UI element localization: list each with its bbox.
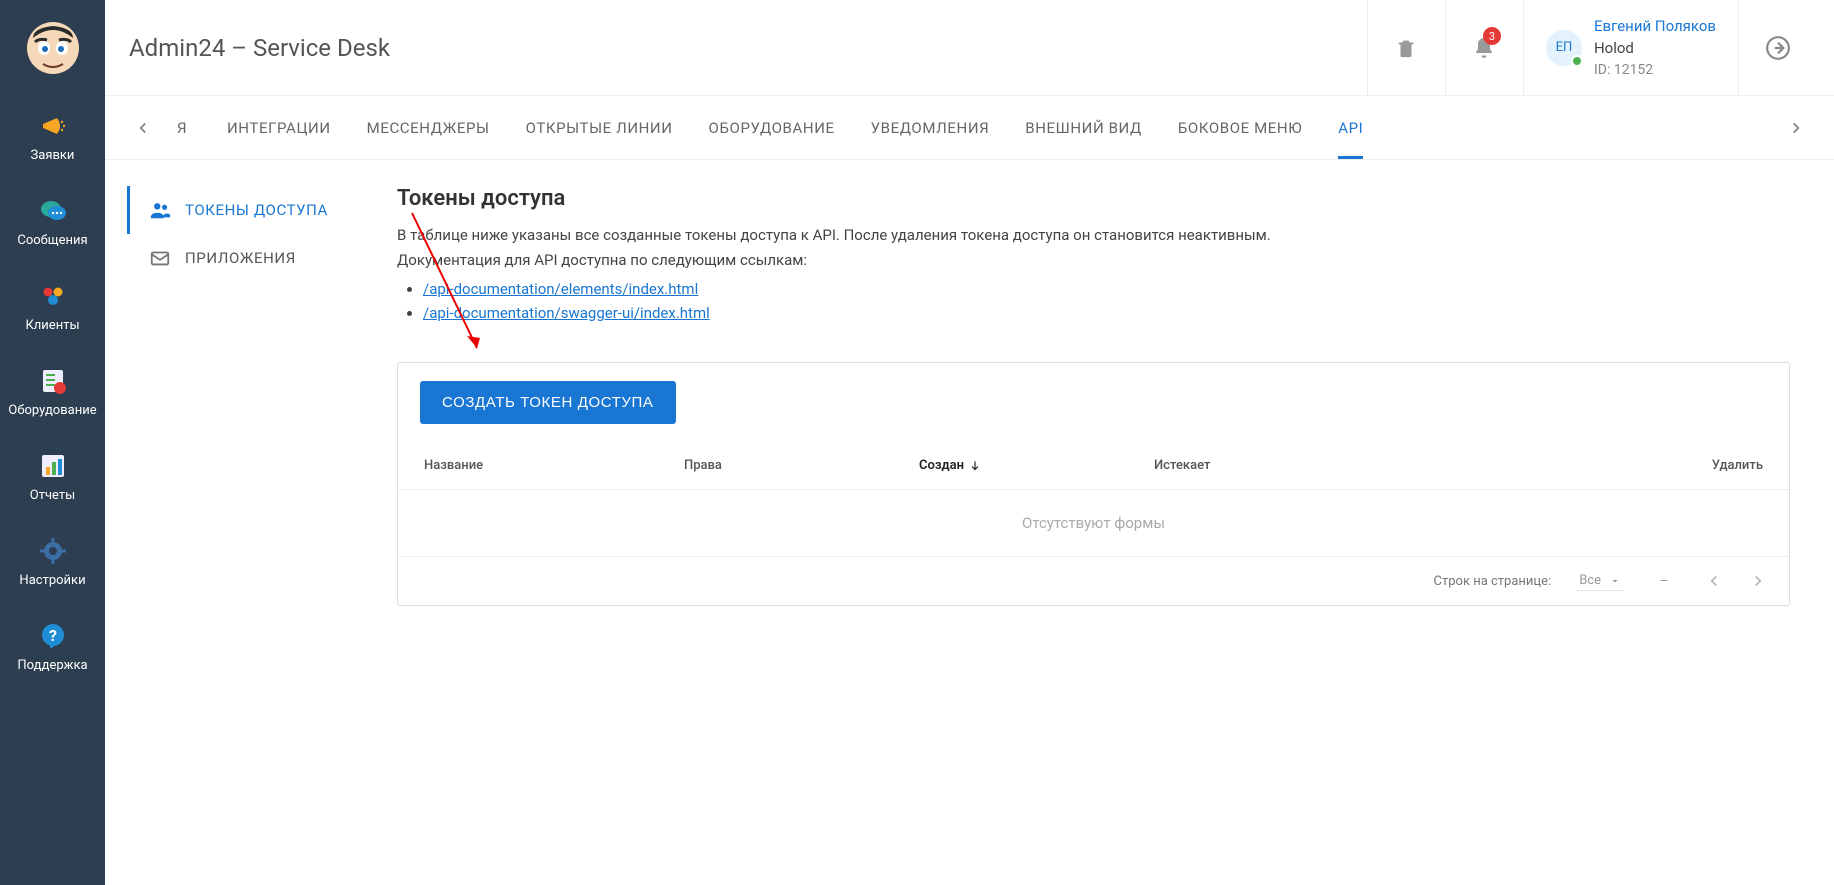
tabs-row: Я ИНТЕГРАЦИИ МЕССЕНДЖЕРЫ ОТКРЫТЫЕ ЛИНИИ … [105, 96, 1834, 160]
tab-notifications[interactable]: УВЕДОМЛЕНИЯ [871, 96, 990, 159]
table-header: Название Права Создан Истекает Удалить [398, 442, 1789, 489]
app-title: Admin24 – Service Desk [129, 34, 390, 62]
header: Admin24 – Service Desk 3 ЕП Евгений Поля… [105, 0, 1834, 96]
th-expires[interactable]: Истекает [1154, 458, 1398, 473]
panel-description: В таблице ниже указаны все созданные ток… [397, 223, 1790, 326]
tab-truncated[interactable]: Я [177, 96, 191, 159]
tab-messengers[interactable]: МЕССЕНДЖЕРЫ [367, 96, 490, 159]
sidebar-item-messages[interactable]: Сообщения [0, 181, 105, 266]
sidebar-item-tickets[interactable]: Заявки [0, 96, 105, 181]
sidebar-item-clients[interactable]: Клиенты [0, 266, 105, 351]
sidebar-item-label: Отчеты [30, 488, 75, 503]
subnav-item-label: ПРИЛОЖЕНИЯ [185, 249, 296, 267]
subnav-tokens[interactable]: ТОКЕНЫ ДОСТУПА [127, 186, 397, 234]
subnav-apps[interactable]: ПРИЛОЖЕНИЯ [127, 234, 397, 282]
gear-icon [37, 535, 69, 567]
sidebar-logo [0, 0, 105, 96]
tabs-scroll-right[interactable] [1776, 119, 1816, 137]
logout-icon [1765, 35, 1791, 61]
svg-text:?: ? [49, 626, 57, 645]
sidebar-item-settings[interactable]: Настройки [0, 521, 105, 606]
people-icon [149, 199, 171, 221]
people-icon [37, 280, 69, 312]
mail-icon [149, 247, 171, 269]
page-next[interactable] [1749, 572, 1767, 590]
chevron-right-icon [1787, 119, 1805, 137]
dropdown-icon [1609, 575, 1621, 587]
sidebar-item-label: Клиенты [25, 318, 79, 333]
sidebar-item-label: Настройки [19, 573, 85, 588]
logout-button[interactable] [1738, 0, 1816, 95]
sidebar: Заявки Сообщения Клиенты Оборудование От… [0, 0, 105, 885]
page-range: – [1649, 574, 1679, 589]
megaphone-icon [37, 110, 69, 142]
sidebar-item-label: Поддержка [17, 658, 87, 673]
tab-integrations[interactable]: ИНТЕГРАЦИИ [227, 96, 331, 159]
tab-side-menu[interactable]: БОКОВОЕ МЕНЮ [1178, 96, 1302, 159]
tab-api[interactable]: API [1338, 96, 1363, 159]
create-token-button[interactable]: СОЗДАТЬ ТОКЕН ДОСТУПА [420, 381, 676, 424]
chevron-right-icon [1749, 572, 1767, 590]
panel-heading: Токены доступа [397, 186, 1790, 211]
tab-equipment[interactable]: ОБОРУДОВАНИЕ [709, 96, 835, 159]
help-icon: ? [37, 620, 69, 652]
user-company: Holod [1594, 37, 1716, 60]
rows-per-page-label: Строк на странице: [1434, 574, 1552, 589]
subnav: ТОКЕНЫ ДОСТУПА ПРИЛОЖЕНИЯ [127, 186, 397, 859]
sidebar-item-support[interactable]: ? Поддержка [0, 606, 105, 691]
sidebar-item-reports[interactable]: Отчеты [0, 436, 105, 521]
page-prev[interactable] [1705, 572, 1723, 590]
user-id: ID: 12152 [1594, 60, 1716, 81]
sidebar-item-equipment[interactable]: Оборудование [0, 351, 105, 436]
checklist-icon [37, 365, 69, 397]
th-delete[interactable]: Удалить [1398, 458, 1763, 473]
table-footer: Строк на странице: Все – [398, 556, 1789, 605]
th-rights[interactable]: Права [684, 458, 919, 473]
chart-icon [37, 450, 69, 482]
chat-icon [37, 195, 69, 227]
rows-per-page-select[interactable]: Все [1577, 571, 1623, 591]
sidebar-item-label: Заявки [31, 148, 75, 163]
trash-icon [1395, 37, 1417, 59]
tabs-scroll-left[interactable] [123, 119, 163, 137]
user-name: Евгений Поляков [1594, 15, 1716, 38]
tokens-card: СОЗДАТЬ ТОКЕН ДОСТУПА Название Права Соз… [397, 362, 1790, 606]
tab-open-lines[interactable]: ОТКРЫТЫЕ ЛИНИИ [526, 96, 673, 159]
table-empty: Отсутствуют формы [398, 489, 1789, 556]
th-name[interactable]: Название [424, 458, 684, 473]
chevron-left-icon [1705, 572, 1723, 590]
doc-link-elements[interactable]: /api-documentation/elements/index.html [423, 280, 698, 298]
trash-button[interactable] [1367, 0, 1445, 95]
sort-desc-icon [968, 459, 982, 473]
avatar: ЕП [1546, 30, 1582, 66]
sidebar-item-label: Оборудование [8, 403, 96, 418]
chevron-left-icon [134, 119, 152, 137]
subnav-item-label: ТОКЕНЫ ДОСТУПА [185, 201, 328, 219]
th-created[interactable]: Создан [919, 458, 1154, 473]
tab-appearance[interactable]: ВНЕШНИЙ ВИД [1025, 96, 1142, 159]
sidebar-item-label: Сообщения [17, 233, 87, 248]
notification-badge: 3 [1483, 27, 1501, 45]
user-menu[interactable]: ЕП Евгений Поляков Holod ID: 12152 [1523, 0, 1738, 95]
notifications-button[interactable]: 3 [1445, 0, 1523, 95]
doc-link-swagger[interactable]: /api-documentation/swagger-ui/index.html [423, 304, 710, 322]
